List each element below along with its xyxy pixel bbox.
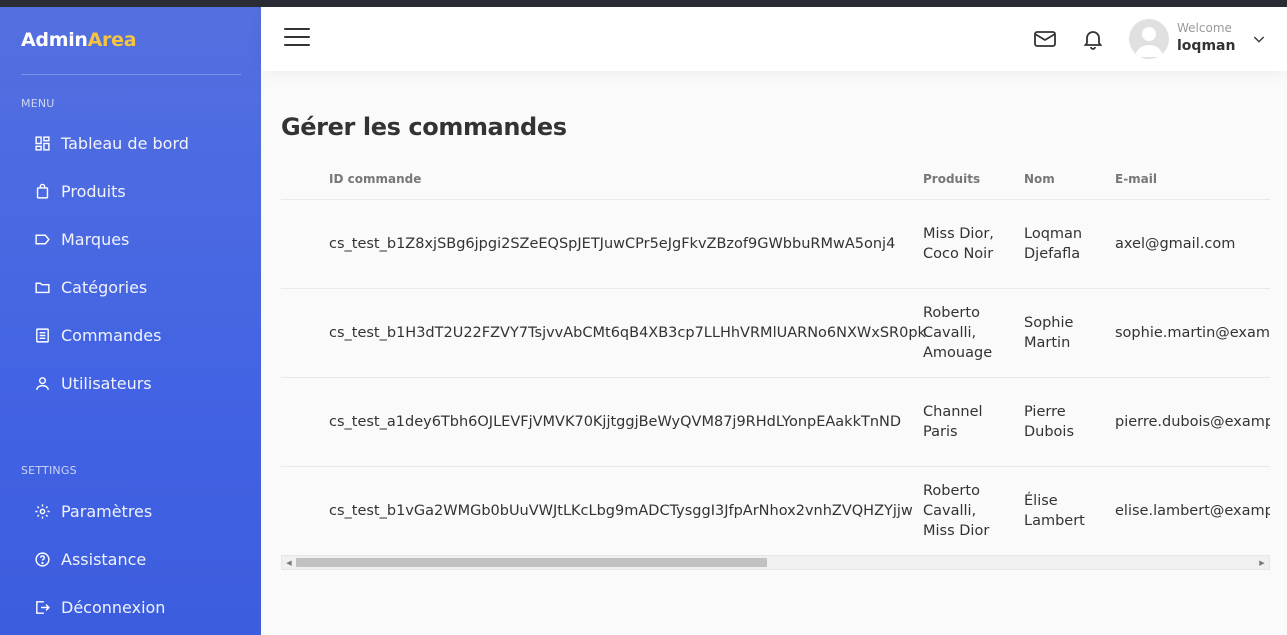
sidebar-item-label: Commandes [61, 325, 162, 345]
sidebar-item-parametres[interactable]: Paramètres [34, 496, 244, 526]
column-header-products[interactable]: Produits [923, 172, 980, 186]
tag-icon [35, 234, 50, 244]
page-title: Gérer les commandes [281, 113, 567, 141]
gear-icon [35, 503, 50, 519]
help-icon [35, 551, 50, 567]
sidebar-item-utilisateurs[interactable]: Utilisateurs [34, 368, 244, 398]
welcome-text: Welcome [1177, 21, 1232, 35]
horizontal-scrollbar[interactable]: ◀ ▶ [281, 555, 1270, 570]
user-icon [36, 376, 49, 390]
scroll-right-icon[interactable]: ▶ [1257, 558, 1267, 568]
sidebar: AdminArea MENU Tableau de bord Produits … [0, 7, 261, 635]
bell-icon[interactable] [1081, 27, 1105, 51]
sidebar-item-commandes[interactable]: Commandes [34, 320, 244, 350]
column-header-name[interactable]: Nom [1024, 172, 1055, 186]
order-products: Roberto Cavalli, Amouage [923, 305, 993, 361]
window-top-strip [0, 0, 1287, 7]
sidebar-item-label: Déconnexion [61, 597, 166, 617]
order-email: pierre.dubois@examp [1115, 414, 1270, 430]
order-email: elise.lambert@exampl [1115, 503, 1270, 519]
menu-section-label: MENU [21, 97, 55, 110]
order-id: cs_test_b1H3dT2U22FZVY7TsjvvAbCMt6qB4XB3… [329, 325, 926, 341]
column-header-email[interactable]: E-mail [1115, 172, 1157, 186]
sidebar-item-label: Produits [61, 181, 126, 201]
table-row[interactable]: cs_test_b1Z8xjSBg6jpgi2SZeEQSpJETJuwCPr5… [281, 199, 1270, 288]
sidebar-item-label: Paramètres [61, 501, 153, 521]
username: loqman [1177, 38, 1236, 54]
list-icon [36, 327, 49, 343]
brand-logo[interactable]: AdminArea [21, 29, 137, 51]
top-header: Welcome loqman [261, 7, 1287, 71]
order-customer-name: Pierre Dubois [1024, 404, 1075, 440]
sidebar-item-label: Tableau de bord [61, 133, 189, 153]
table-row[interactable]: cs_test_b1vGa2WMGb0bUuVWJtLKcLbg9mADCTys… [281, 466, 1270, 554]
sidebar-divider [21, 74, 241, 75]
order-email: sophie.martin@examp [1115, 325, 1270, 341]
table-row[interactable]: cs_test_a1dey6Tbh6OJLEVFjVMVK70KjjtggjBe… [281, 377, 1270, 466]
folder-icon [35, 282, 50, 293]
scroll-left-icon[interactable]: ◀ [284, 558, 294, 568]
mail-icon[interactable] [1033, 27, 1057, 51]
order-products: Roberto Cavalli, Miss Dior [923, 483, 990, 539]
sidebar-item-tableau-de-bord[interactable]: Tableau de bord [34, 128, 244, 158]
scrollbar-thumb[interactable] [296, 558, 767, 567]
order-customer-name: Loqman Djefafla [1024, 226, 1083, 262]
order-email: axel@gmail.com [1115, 236, 1236, 252]
sidebar-item-label: Assistance [61, 549, 147, 569]
menu-icon[interactable] [284, 28, 310, 50]
sidebar-item-label: Catégories [61, 277, 148, 297]
order-customer-name: Élise Lambert [1024, 493, 1085, 529]
column-header-id[interactable]: ID commande [329, 172, 421, 186]
shopping-bag-icon [36, 183, 49, 199]
sidebar-item-deconnexion[interactable]: Déconnexion [34, 592, 244, 622]
sidebar-item-marques[interactable]: Marques [34, 224, 244, 254]
sidebar-item-categories[interactable]: Catégories [34, 272, 244, 302]
sidebar-item-assistance[interactable]: Assistance [34, 544, 244, 574]
dashboard-icon [35, 135, 50, 151]
order-id: cs_test_b1vGa2WMGb0bUuVWJtLKcLbg9mADCTys… [329, 503, 913, 519]
settings-section-label: SETTINGS [21, 464, 77, 477]
order-id: cs_test_a1dey6Tbh6OJLEVFjVMVK70KjjtggjBe… [329, 414, 902, 430]
orders-table: ID commande Produits Nom E-mail cs_test_… [281, 160, 1270, 554]
chevron-down-icon[interactable] [1251, 31, 1267, 47]
order-customer-name: Sophie Martin [1024, 315, 1074, 351]
logout-icon [36, 600, 50, 614]
order-id: cs_test_b1Z8xjSBg6jpgi2SZeEQSpJETJuwCPr5… [329, 236, 896, 252]
table-row[interactable]: cs_test_b1H3dT2U22FZVY7TsjvvAbCMt6qB4XB3… [281, 288, 1270, 377]
sidebar-item-produits[interactable]: Produits [34, 176, 244, 206]
sidebar-item-label: Utilisateurs [61, 373, 152, 393]
order-products: Miss Dior, Coco Noir [923, 226, 994, 262]
order-products: Channel Paris [923, 404, 983, 440]
avatar[interactable] [1129, 19, 1169, 59]
sidebar-item-label: Marques [61, 229, 130, 249]
